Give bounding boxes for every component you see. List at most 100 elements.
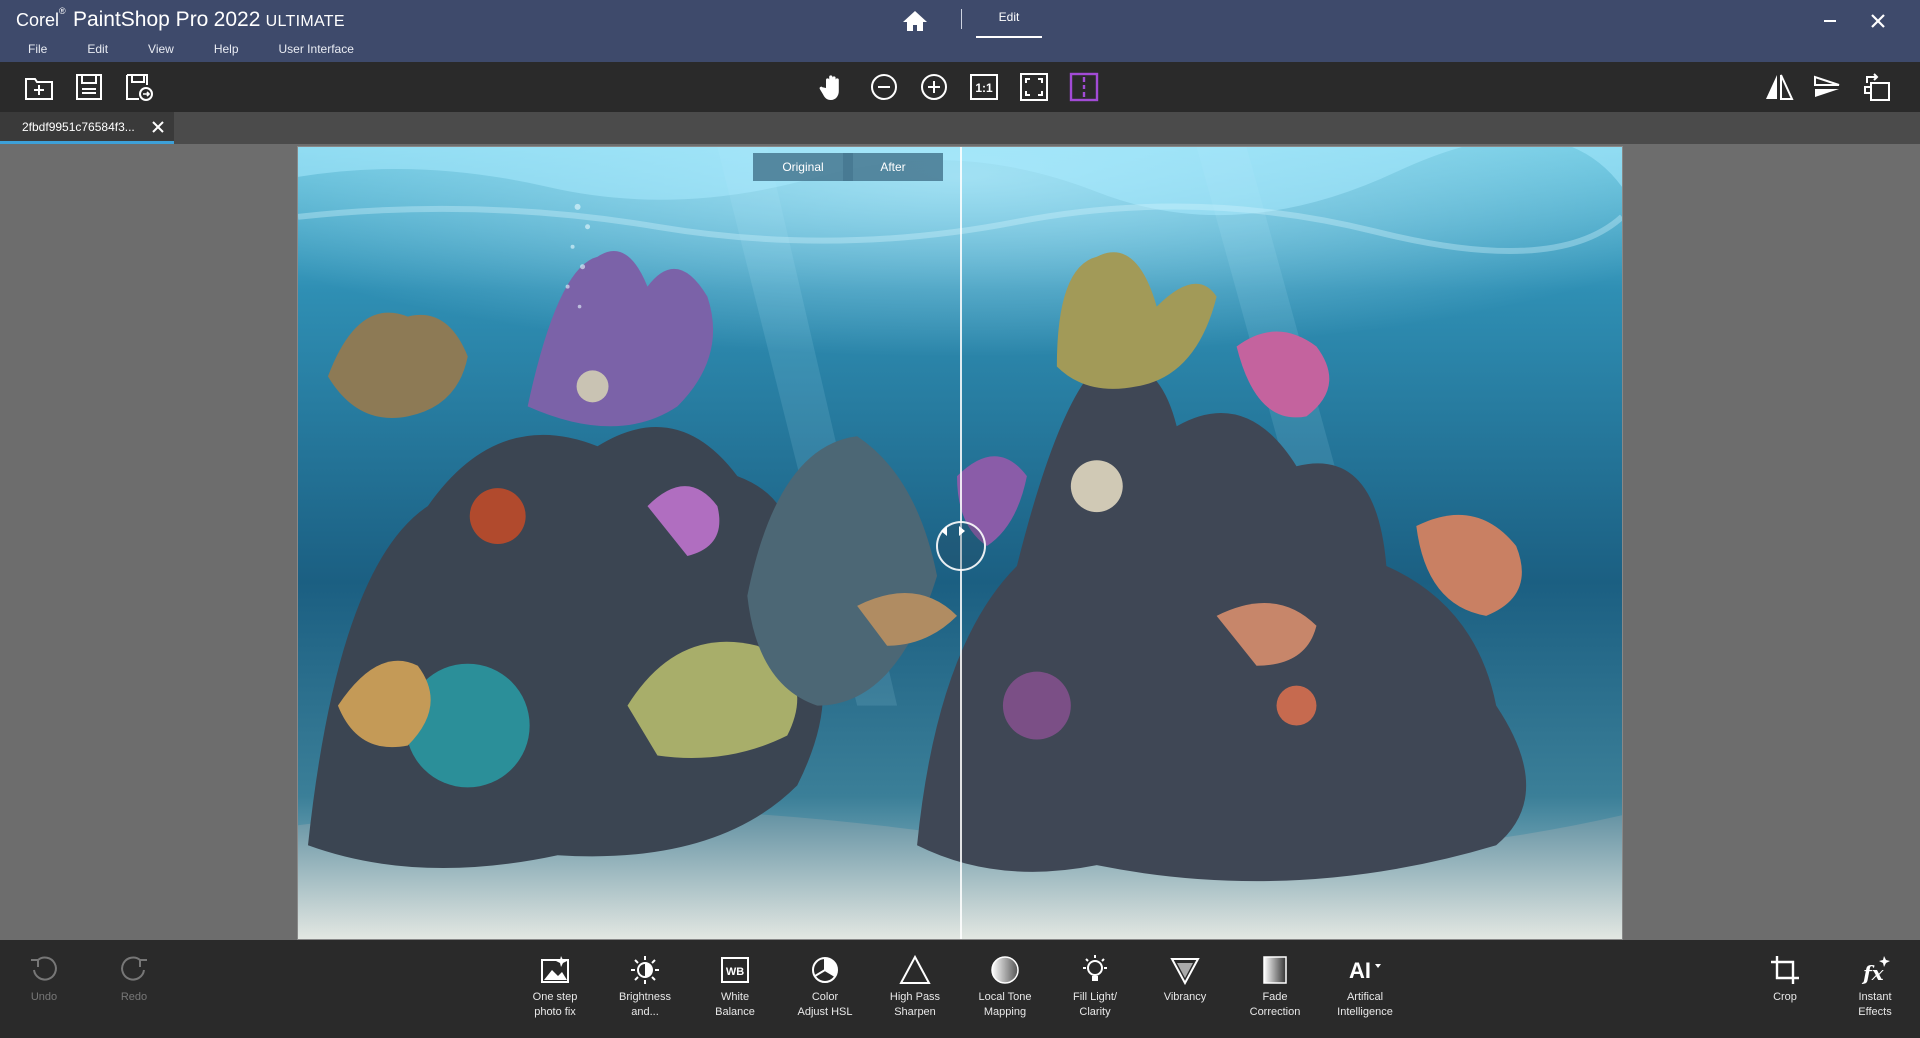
color-hsl-icon: [807, 952, 843, 988]
menu-bar: File Edit View Help User Interface: [0, 42, 366, 60]
instant-effects-label: Instant Effects: [1858, 991, 1892, 1018]
zoom-out-button[interactable]: [867, 70, 901, 104]
tab-edit[interactable]: Edit: [976, 10, 1042, 38]
save-as-icon: [126, 74, 153, 101]
fade-correction-button[interactable]: Fade Correction: [1235, 952, 1315, 1020]
ai-label: Artifical Intelligence: [1337, 991, 1393, 1018]
fill-light-clarity-button[interactable]: Fill Light/Clarity: [1055, 952, 1135, 1020]
color-adjust-hsl-button[interactable]: Color Adjust HSL: [785, 952, 865, 1020]
product-edition: ULTIMATE: [265, 13, 345, 30]
close-icon: [1871, 14, 1885, 28]
menu-view[interactable]: View: [148, 42, 174, 60]
fit-to-window-icon: [1020, 73, 1048, 101]
title-separator: [961, 9, 962, 29]
registered-mark: ®: [59, 6, 66, 16]
save-as-button[interactable]: [122, 70, 156, 104]
rotate-button[interactable]: [1860, 70, 1894, 104]
redo-button[interactable]: Redo: [94, 952, 174, 1005]
white-balance-button[interactable]: WB White Balance: [695, 952, 775, 1020]
fade-correction-icon: [1257, 952, 1293, 988]
vibrancy-button[interactable]: Vibrancy: [1145, 952, 1225, 1005]
menu-help[interactable]: Help: [214, 42, 239, 60]
crop-button[interactable]: Crop: [1745, 952, 1825, 1005]
high-pass-label: High Pass Sharpen: [889, 991, 941, 1018]
adjustments-bar: Undo Redo One step photo fix Brightness an…: [0, 940, 1920, 1038]
menu-file[interactable]: File: [28, 42, 47, 60]
new-file-icon: [25, 78, 53, 100]
minimize-icon: [1824, 20, 1836, 22]
white-balance-icon: WB: [717, 952, 753, 988]
ai-glyph: AI: [1349, 958, 1371, 983]
vibrancy-label: Vibrancy: [1163, 991, 1207, 1003]
photo-fix-label: One step photo fix: [532, 991, 578, 1018]
menu-edit[interactable]: Edit: [87, 42, 108, 60]
undo-label: Undo: [30, 991, 58, 1003]
ai-icon: AI: [1347, 952, 1383, 988]
brand-name: Corel: [16, 10, 60, 30]
menu-user-interface[interactable]: User Interface: [279, 42, 354, 60]
instant-effects-button[interactable]: fx Instant Effects: [1835, 952, 1915, 1020]
photo-fix-icon: [537, 952, 573, 988]
close-window-button[interactable]: [1864, 10, 1892, 32]
pan-hand-icon: [819, 75, 839, 100]
undo-button[interactable]: Undo: [4, 952, 84, 1005]
local-tone-label: Local Tone Mapping: [978, 991, 1032, 1018]
fx-glyph: fx: [1861, 961, 1885, 985]
actual-size-button[interactable]: 1:1: [967, 70, 1001, 104]
save-button[interactable]: [72, 70, 106, 104]
undo-icon: [26, 952, 62, 988]
image-canvas[interactable]: Original After: [297, 146, 1623, 940]
flip-vertical-icon: [1814, 75, 1840, 97]
drag-arrows-icon: [941, 526, 965, 536]
compare-drag-handle[interactable]: [936, 521, 986, 571]
redo-label: Redo: [120, 991, 148, 1003]
one-step-photo-fix-button[interactable]: One step photo fix: [515, 952, 595, 1020]
home-icon[interactable]: [900, 8, 930, 34]
local-tone-mapping-button[interactable]: Local Tone Mapping: [965, 952, 1045, 1020]
wb-glyph: WB: [726, 966, 744, 978]
zoom-in-icon: [921, 74, 947, 100]
high-pass-icon: [897, 952, 933, 988]
instant-effects-icon: fx: [1857, 952, 1893, 988]
product-name: PaintShop Pro: [72, 8, 209, 31]
artificial-intelligence-button[interactable]: AI Artifical Intelligence: [1325, 952, 1405, 1020]
crop-label: Crop: [1773, 991, 1797, 1003]
fill-light-label: Fill Light/Clarity: [1072, 991, 1118, 1018]
local-tone-icon: [987, 952, 1023, 988]
document-tab-strip: 2fbdf9951c76584f3...: [0, 112, 1920, 144]
high-pass-sharpen-button[interactable]: High Pass Sharpen: [875, 952, 955, 1020]
document-tab[interactable]: 2fbdf9951c76584f3...: [0, 112, 174, 144]
title-bar: Corel® PaintShop Pro 2022 ULTIMATE File …: [0, 0, 1920, 62]
after-label: After: [843, 153, 943, 181]
crop-icon: [1767, 952, 1803, 988]
brightness-button[interactable]: Brightness and...: [605, 952, 685, 1020]
flip-vertical-button[interactable]: [1810, 70, 1844, 104]
new-file-button[interactable]: [22, 70, 56, 104]
actual-size-label: 1:1: [975, 81, 993, 95]
brightness-label: Brightness and...: [619, 991, 671, 1018]
tab-edit-label: Edit: [998, 10, 1020, 24]
fit-to-window-button[interactable]: [1017, 70, 1051, 104]
brightness-icon: [627, 952, 663, 988]
actual-size-icon: 1:1: [970, 74, 998, 100]
fade-correction-label: Fade Correction: [1249, 991, 1301, 1018]
original-label: Original: [753, 153, 853, 181]
app-title: Corel® PaintShop Pro 2022 ULTIMATE: [16, 6, 345, 32]
flip-horizontal-icon: [1766, 74, 1794, 100]
fill-light-icon: [1077, 952, 1113, 988]
pan-button[interactable]: [816, 70, 850, 104]
close-document-icon[interactable]: [150, 119, 166, 135]
document-tab-name: 2fbdf9951c76584f3...: [22, 120, 135, 134]
save-icon: [76, 74, 102, 100]
minimize-button[interactable]: [1816, 10, 1844, 32]
zoom-out-icon: [871, 74, 897, 100]
main-toolbar: 1:1: [0, 62, 1920, 112]
compare-split-button[interactable]: [1067, 70, 1101, 104]
zoom-in-button[interactable]: [917, 70, 951, 104]
workspace: Original After: [0, 144, 1920, 940]
rotate-icon: [1864, 73, 1890, 101]
color-hsl-label: Color Adjust HSL: [797, 991, 853, 1018]
flip-horizontal-button[interactable]: [1762, 70, 1796, 104]
white-balance-label: White Balance: [715, 991, 755, 1018]
vibrancy-icon: [1167, 952, 1203, 988]
